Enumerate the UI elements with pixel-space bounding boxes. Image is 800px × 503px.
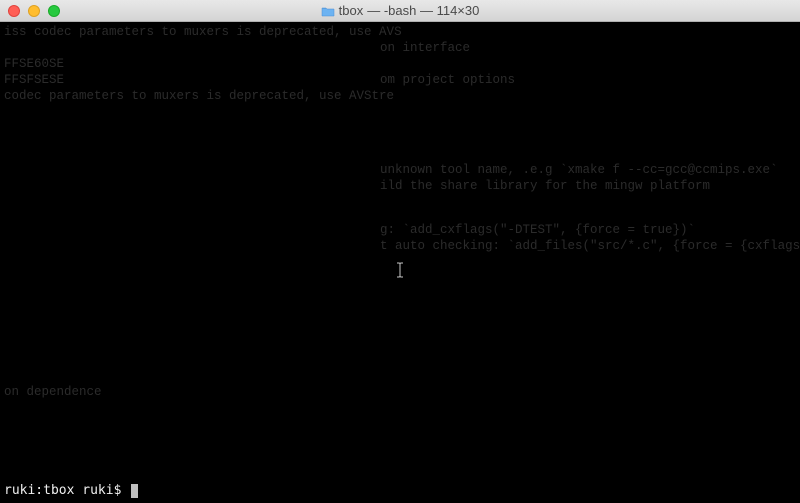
traffic-lights xyxy=(0,5,60,17)
minimize-button[interactable] xyxy=(28,5,40,17)
ghost-text: om project options xyxy=(380,72,515,88)
ghost-text: unknown tool name, .e.g `xmake f --cc=gc… xyxy=(380,162,778,178)
ghost-text: ild the share library for the mingw plat… xyxy=(380,178,710,194)
window-titlebar: tbox — -bash — 114×30 xyxy=(0,0,800,22)
ghost-text: FFSFSESE xyxy=(4,72,64,88)
ghost-text: on dependence xyxy=(4,384,102,400)
close-button[interactable] xyxy=(8,5,20,17)
ghost-text: t auto checking: `add_files("src/*.c", {… xyxy=(380,238,800,254)
ghost-text: codec parameters to muxers is deprecated… xyxy=(4,88,394,104)
cursor-block xyxy=(131,484,138,498)
ghost-text: g: `add_cxflags("-DTEST", {force = true}… xyxy=(380,222,695,238)
ghost-text: iss codec parameters to muxers is deprec… xyxy=(4,24,402,40)
title-suffix: — -bash — 114×30 xyxy=(367,3,479,18)
window-title: tbox — -bash — 114×30 xyxy=(0,3,800,18)
prompt-text: ruki:tbox ruki$ xyxy=(4,483,129,499)
ghost-text: FFSE60SE xyxy=(4,56,64,72)
folder-icon xyxy=(321,5,335,16)
maximize-button[interactable] xyxy=(48,5,60,17)
ghost-text: on interface xyxy=(380,40,470,56)
title-folder: tbox xyxy=(339,3,364,18)
text-cursor-icon xyxy=(396,262,403,278)
prompt-line[interactable]: ruki:tbox ruki$ xyxy=(4,483,138,499)
terminal-body[interactable]: iss codec parameters to muxers is deprec… xyxy=(0,22,800,503)
